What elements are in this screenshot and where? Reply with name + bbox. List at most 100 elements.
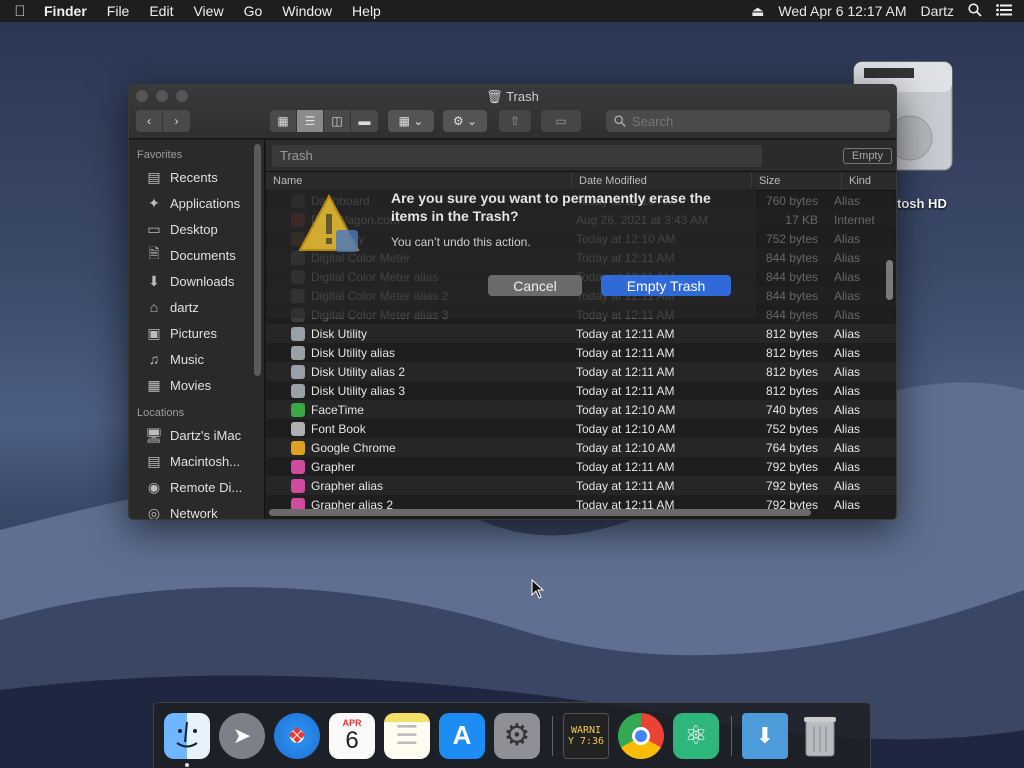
menu-app-name[interactable]: Finder	[40, 3, 97, 19]
app-store-dock-icon[interactable]: A	[439, 712, 485, 759]
menu-view[interactable]: View	[183, 3, 233, 19]
calendar-day: 6	[345, 726, 359, 754]
file-size-cell: 752 bytes	[765, 421, 818, 436]
sidebar-locations-header: Locations	[137, 407, 185, 419]
downloads-dock-icon[interactable]: ⬇	[742, 712, 788, 759]
file-size-cell: 764 bytes	[765, 440, 818, 455]
sidebar-item-macintosh-hd[interactable]: ▤ Macintosh...	[129, 448, 264, 474]
search-input[interactable]	[632, 113, 872, 129]
spotlight-icon[interactable]	[968, 2, 982, 20]
calendar-dock-icon[interactable]: APR 6	[329, 712, 375, 759]
atom-dock-icon[interactable]: ⚛	[673, 712, 719, 759]
table-row[interactable]: Disk Utility alias Today at 12:11 AM 812 b…	[266, 343, 896, 362]
table-row[interactable]: Grapher Today at 12:11 AM 792 bytes Alias	[266, 457, 896, 476]
sidebar-item-movies[interactable]: ▦ Movies	[129, 372, 264, 398]
tag-button[interactable]: ▭	[541, 110, 581, 132]
empty-trash-button[interactable]: Empty Trash	[601, 275, 731, 296]
system-preferences-dock-icon[interactable]: ⚙	[494, 712, 540, 759]
search-field[interactable]	[606, 110, 890, 132]
menu-bar:  Finder File Edit View Go Window Help ⏏…	[0, 0, 1024, 22]
chrome-dock-icon[interactable]	[618, 712, 664, 759]
column-size[interactable]: Size	[752, 172, 842, 190]
horizontal-scrollbar[interactable]	[269, 509, 811, 516]
table-row[interactable]: Disk Utility alias 2 Today at 12:11 AM 812…	[266, 362, 896, 381]
menu-clock[interactable]: Wed Apr 6 12:17 AM	[778, 3, 906, 19]
safari-dock-icon[interactable]: ❖	[274, 712, 320, 759]
file-kind-cell: Alias	[834, 497, 861, 512]
file-name-cell: Font Book	[266, 421, 572, 436]
column-kind[interactable]: Kind	[842, 172, 896, 190]
sidebar-item-desktop[interactable]: ▭ Desktop	[129, 216, 264, 242]
file-date-cell: Today at 12:10 AM	[576, 440, 676, 455]
file-kind-cell: Alias	[834, 478, 861, 493]
menu-go[interactable]: Go	[234, 3, 273, 19]
file-name-cell: Grapher alias	[266, 478, 572, 493]
forward-button[interactable]: ›	[163, 110, 190, 132]
sidebar-item-applications[interactable]: ✦ Applications	[129, 190, 264, 216]
file-icon	[291, 459, 305, 474]
table-row[interactable]: Disk Utility Today at 12:11 AM 812 bytes Al…	[266, 324, 896, 343]
sidebar-item-home[interactable]: ⌂ dartz	[129, 294, 264, 320]
table-row[interactable]: Google Chrome Today at 12:10 AM 764 bytes A…	[266, 438, 896, 457]
sidebar-item-network[interactable]: ◎ Network	[129, 500, 264, 520]
sidebar-item-downloads[interactable]: ⬇ Downloads	[129, 268, 264, 294]
sidebar-item-documents[interactable]: 🗎 Documents	[129, 242, 264, 268]
table-row[interactable]: Grapher alias Today at 12:11 AM 792 bytes A…	[266, 476, 896, 495]
file-date-cell: Today at 12:10 AM	[576, 402, 676, 417]
apple-icon[interactable]: 	[0, 3, 40, 20]
group-by-button[interactable]: ▦ ⌄	[388, 110, 434, 132]
window-titlebar[interactable]: 🗑 Trash ‹ › ▦ ☰ ◫ ▬ ▦ ⌄ ⚙ ⌄ ⇧ ▭	[129, 85, 896, 139]
file-name-cell: Disk Utility alias	[266, 345, 572, 360]
menu-file[interactable]: File	[97, 3, 140, 19]
action-button[interactable]: ⚙ ⌄	[443, 110, 487, 132]
disc-icon: ◉	[147, 478, 161, 495]
atom-icon: ⚛	[684, 720, 708, 750]
file-date-cell: Today at 12:11 AM	[576, 326, 675, 341]
notes-dock-icon[interactable]: ☰	[384, 712, 430, 759]
menu-help[interactable]: Help	[342, 3, 391, 19]
launchpad-dock-icon[interactable]: ➤	[219, 712, 265, 759]
file-kind-cell: Alias	[834, 345, 861, 360]
file-size-cell: 17 KB	[785, 212, 818, 227]
sidebar-item-pictures[interactable]: ▣ Pictures	[129, 320, 264, 346]
sidebar-item-music[interactable]: ♫ Music	[129, 346, 264, 372]
menu-window[interactable]: Window	[272, 3, 342, 19]
file-size-cell: 812 bytes	[765, 383, 818, 398]
column-view-icon[interactable]: ◫	[324, 110, 351, 132]
finder-dock-icon[interactable]	[164, 712, 210, 767]
list-view-icon[interactable]: ☰	[297, 110, 324, 132]
back-button[interactable]: ‹	[136, 110, 163, 132]
menu-edit[interactable]: Edit	[139, 3, 183, 19]
table-row[interactable]: FaceTime Today at 12:10 AM 740 bytes Alias	[266, 400, 896, 419]
dock-separator	[731, 715, 732, 756]
chrome-center-icon	[632, 726, 650, 745]
share-button[interactable]: ⇧	[499, 110, 531, 132]
empty-trash-small-button[interactable]: Empty	[842, 147, 892, 164]
share-icon: ⇧	[509, 114, 521, 128]
sidebar-item-recents[interactable]: ▤ Recents	[129, 164, 264, 190]
sidebar-item-imac[interactable]: 🖥 Dartz's iMac	[129, 422, 264, 448]
cancel-button[interactable]: Cancel	[488, 275, 582, 296]
icon-view-icon[interactable]: ▦	[270, 110, 297, 132]
applications-icon: ✦	[148, 194, 160, 211]
file-kind-cell: Internet	[834, 212, 875, 227]
console-dock-icon[interactable]: WARNI Y 7:36	[563, 712, 609, 759]
trash-dock-icon[interactable]	[797, 713, 843, 759]
file-kind-cell: Alias	[834, 231, 861, 246]
vertical-scrollbar[interactable]	[886, 260, 893, 300]
table-row[interactable]: Font Book Today at 12:10 AM 752 bytes Alias	[266, 419, 896, 438]
sidebar-item-remote-disc[interactable]: ◉ Remote Di...	[129, 474, 264, 500]
notes-lines-icon: ☰	[395, 720, 419, 750]
menu-user[interactable]: Dartz	[921, 3, 954, 19]
dock: ➤ ❖ APR 6 ☰ A ⚙ WARNI Y 7:36 ⚛ ⬇	[153, 702, 871, 768]
sidebar-scrollbar[interactable]	[254, 144, 261, 376]
gallery-view-icon[interactable]: ▬	[351, 110, 378, 132]
eject-icon[interactable]: ⏏	[751, 3, 764, 20]
file-kind-cell: Alias	[834, 383, 861, 398]
table-row[interactable]: Disk Utility alias 3 Today at 12:11 AM 812…	[266, 381, 896, 400]
file-size-cell: 760 bytes	[765, 193, 818, 208]
download-icon: ⬇	[148, 272, 160, 289]
notification-center-icon[interactable]	[996, 3, 1012, 19]
hard-disk-label[interactable]: tosh HD	[897, 196, 947, 211]
file-size-cell: 844 bytes	[765, 307, 818, 322]
